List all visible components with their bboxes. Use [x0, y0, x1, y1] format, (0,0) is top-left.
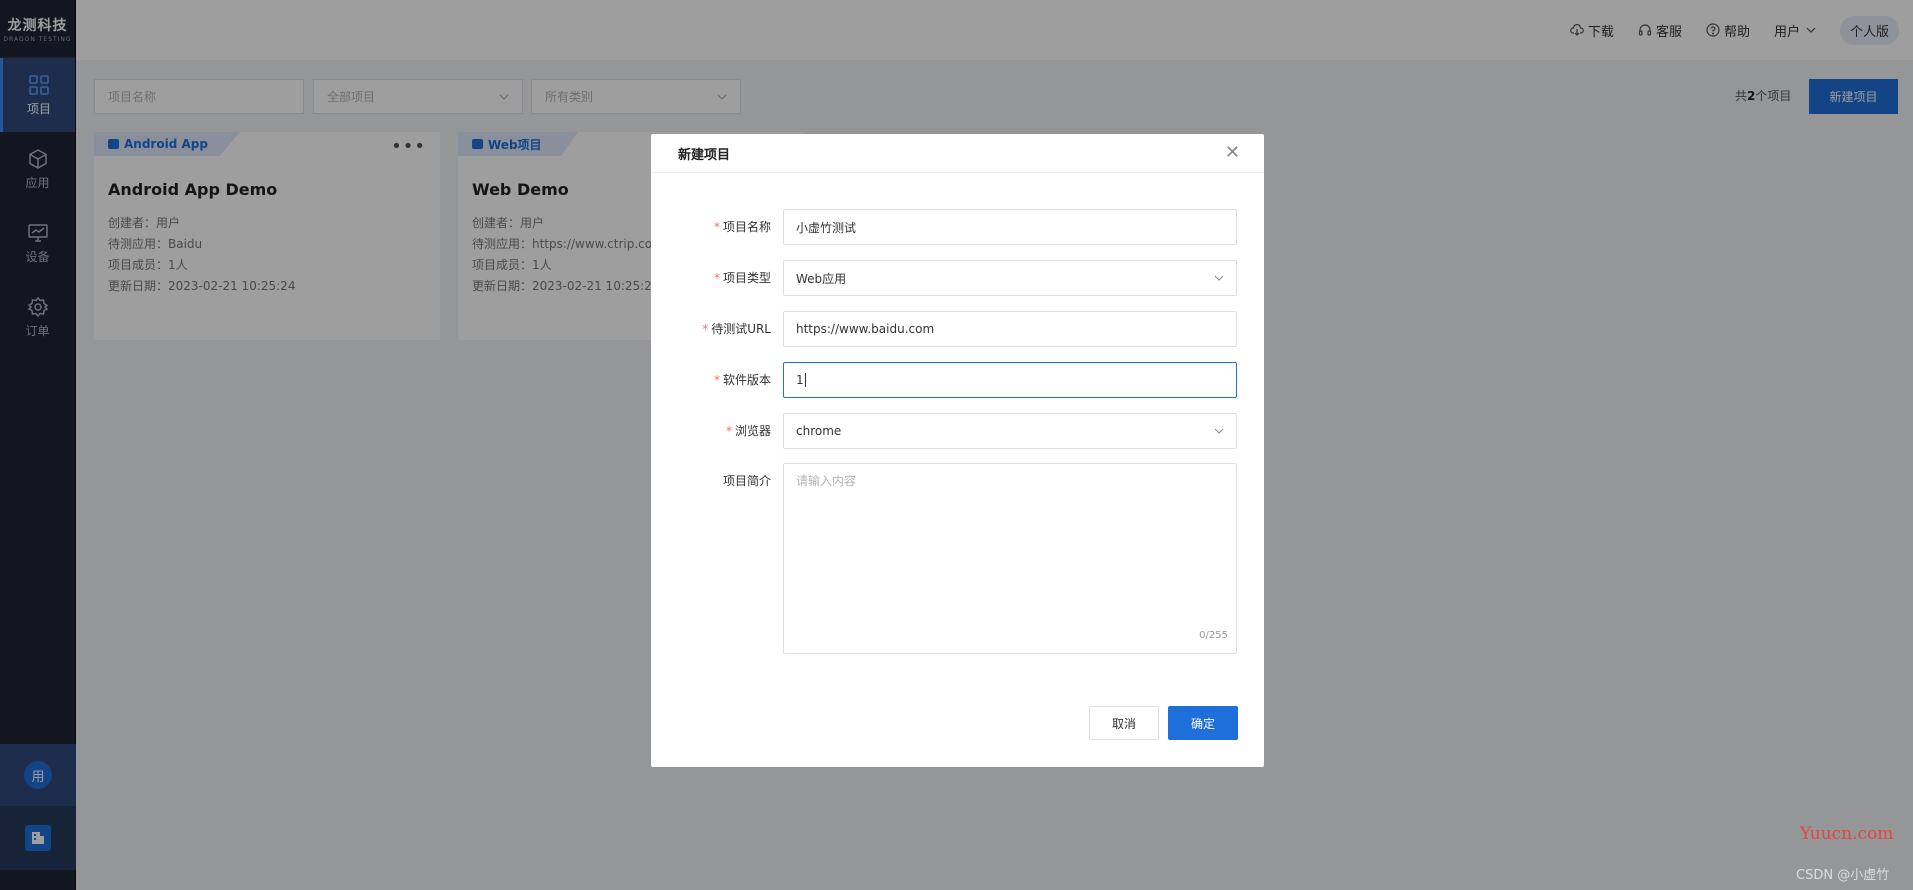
- required-mark: *: [713, 220, 720, 234]
- char-counter: 0/255: [1199, 630, 1228, 641]
- required-mark: *: [713, 271, 720, 285]
- field-label-text: 浏览器: [734, 424, 771, 438]
- dialog-title: 新建项目: [678, 147, 731, 163]
- field-label-text: 项目简介: [722, 474, 771, 488]
- project-name-input[interactable]: 小虚竹测试: [783, 209, 1237, 245]
- close-icon[interactable]: ✕: [1225, 144, 1240, 162]
- author-watermark: CSDN @小虚竹: [1796, 868, 1890, 883]
- project-type-select[interactable]: Web应用: [783, 260, 1237, 296]
- test-url-input[interactable]: https://www.baidu.com: [783, 311, 1237, 347]
- chevron-down-icon: [1214, 275, 1224, 281]
- new-project-dialog: 新建项目 ✕ * 项目名称 小虚竹测试 * 项目类型 Web应用 * 待测试URL h…: [651, 134, 1264, 767]
- browser-value: chrome: [796, 424, 842, 438]
- field-label-text: 待测试URL: [711, 322, 771, 336]
- field-label: 项目简介: [723, 472, 771, 489]
- field-label: * 软件版本: [714, 371, 771, 388]
- field-label: * 项目类型: [714, 269, 771, 286]
- field-label: * 待测试URL: [702, 320, 771, 337]
- required-mark: *: [725, 424, 732, 438]
- field-label-text: 软件版本: [722, 373, 771, 387]
- field-label: * 项目名称: [714, 218, 771, 235]
- intro-placeholder: 请输入内容: [796, 474, 857, 488]
- required-mark: *: [702, 322, 709, 336]
- project-name-value: 小虚竹测试: [796, 220, 857, 235]
- chevron-down-icon: [1214, 428, 1224, 434]
- test-url-value: https://www.baidu.com: [796, 322, 935, 336]
- browser-select[interactable]: chrome: [783, 413, 1237, 449]
- software-version-input[interactable]: 1: [783, 362, 1237, 398]
- field-label-text: 项目名称: [722, 220, 771, 234]
- project-type-value: Web应用: [796, 271, 847, 286]
- site-watermark: Yuucn.com: [1800, 824, 1894, 844]
- cancel-button[interactable]: 取消: [1089, 706, 1159, 740]
- dialog-header: 新建项目 ✕: [651, 134, 1264, 173]
- field-label: * 浏览器: [726, 422, 771, 439]
- text-cursor: [804, 373, 806, 387]
- project-intro-textarea[interactable]: 请输入内容 0/255: [783, 463, 1237, 654]
- confirm-button[interactable]: 确定: [1168, 706, 1238, 740]
- required-mark: *: [713, 373, 720, 387]
- field-label-text: 项目类型: [722, 271, 771, 285]
- software-version-value: 1: [796, 373, 804, 387]
